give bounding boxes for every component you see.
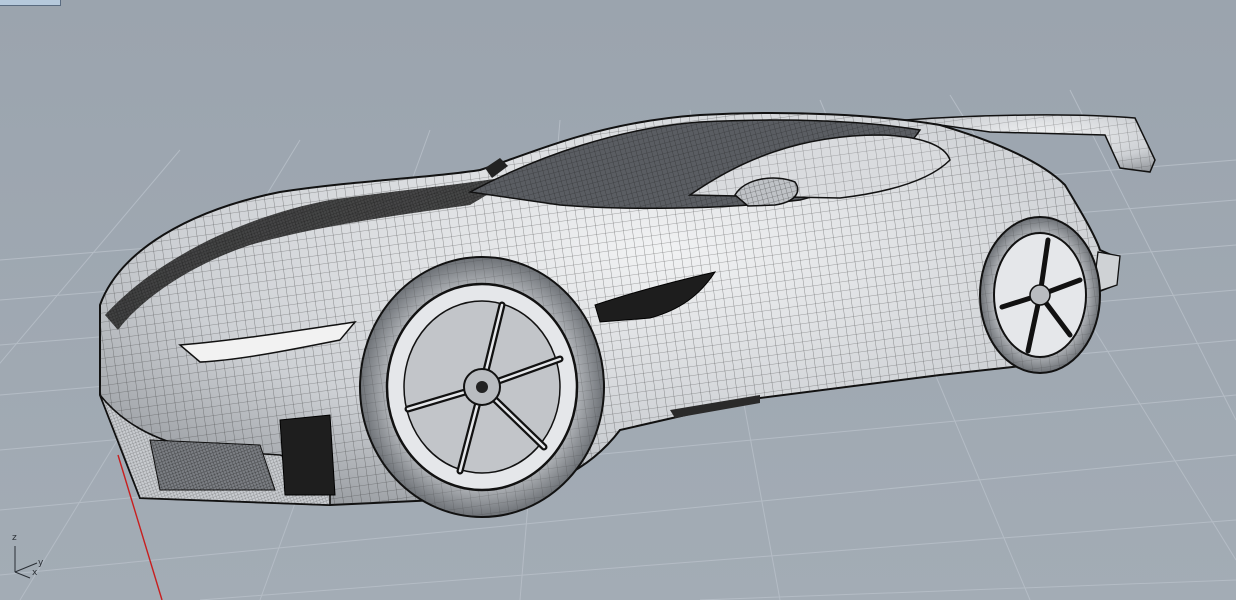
axis-x-label: x [32, 568, 38, 578]
viewport-scene [0, 89, 1236, 600]
axis-z-label: z [12, 533, 17, 543]
front-wheel [359, 256, 605, 518]
perspective-viewport[interactable]: z y x [0, 0, 1236, 600]
axis-y-label: y [38, 558, 44, 568]
brake-duct [279, 414, 336, 496]
rear-wheel [979, 216, 1101, 374]
